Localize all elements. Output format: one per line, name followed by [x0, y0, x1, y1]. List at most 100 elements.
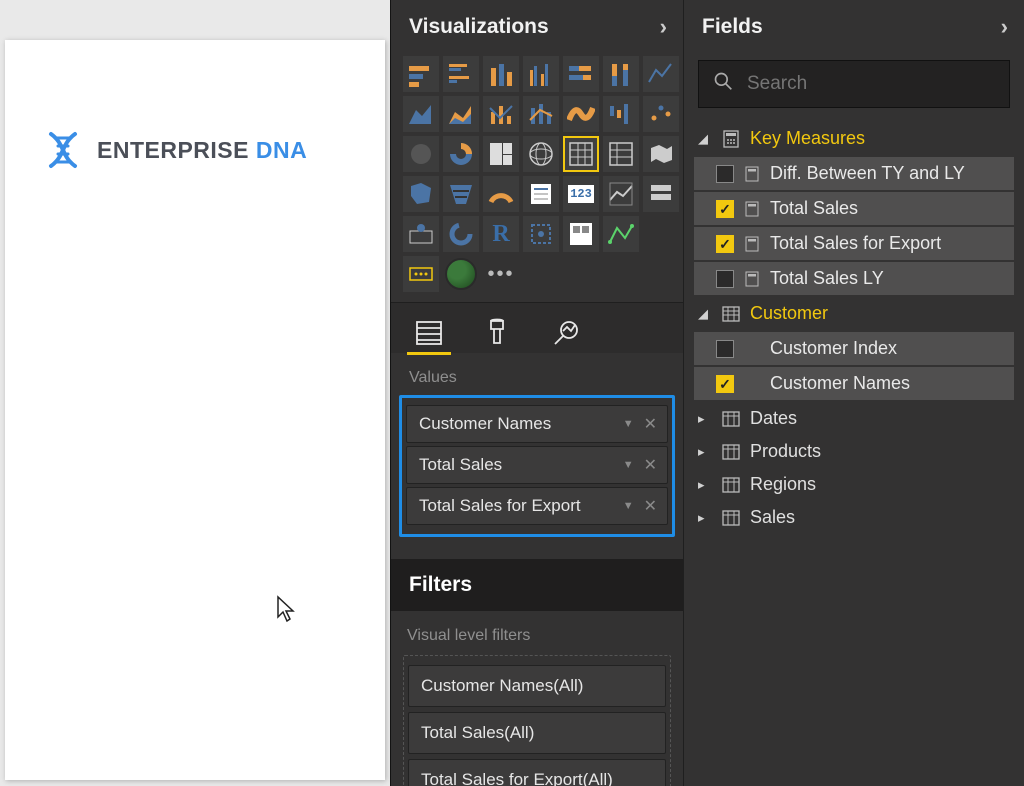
report-page[interactable]: ENTERPRISE DNA	[5, 40, 385, 780]
viz-clustered-column-icon[interactable]	[523, 56, 559, 92]
filters-body: Visual level filters Customer Names(All)…	[391, 611, 683, 786]
viz-shape-map-icon[interactable]	[403, 176, 439, 212]
pill-menu-icon[interactable]: ▼	[623, 500, 634, 512]
viz-line-clustered-column-icon[interactable]	[483, 96, 519, 132]
pill-menu-icon[interactable]: ▼	[623, 459, 634, 471]
value-pill-label: Total Sales	[419, 455, 502, 475]
field-diff-ty-ly[interactable]: Diff. Between TY and LY	[694, 157, 1014, 190]
pill-menu-icon[interactable]: ▼	[623, 418, 634, 430]
viz-py-visual-icon[interactable]	[523, 216, 559, 252]
viz-filled-map-icon[interactable]	[643, 136, 679, 172]
fields-header: Fields ›	[684, 0, 1024, 54]
viz-globe-icon[interactable]	[443, 256, 479, 292]
viz-line-stacked-column-icon[interactable]	[523, 96, 559, 132]
field-checkbox[interactable]	[716, 235, 734, 253]
viz-funnel-icon[interactable]	[443, 176, 479, 212]
pill-remove-icon[interactable]: ✕	[644, 414, 657, 434]
logo-text: ENTERPRISE DNA	[97, 137, 307, 164]
viz-map-icon[interactable]	[523, 136, 559, 172]
field-label: Customer Names	[770, 373, 910, 394]
table-label: Dates	[750, 408, 797, 429]
viz-stacked-bar-icon[interactable]	[403, 56, 439, 92]
table-regions[interactable]: ▸ Regions	[684, 468, 1024, 501]
filter-pill[interactable]: Total Sales(All)	[408, 712, 666, 754]
visualizations-title: Visualizations	[409, 15, 549, 39]
viz-more-icon[interactable]: •••	[483, 256, 519, 292]
expand-icon: ◢	[698, 131, 712, 147]
pill-remove-icon[interactable]: ✕	[644, 455, 657, 475]
field-checkbox[interactable]	[716, 270, 734, 288]
field-checkbox[interactable]	[716, 340, 734, 358]
field-label: Total Sales for Export	[770, 233, 941, 254]
collapse-visualizations-chevron-icon[interactable]: ›	[660, 14, 667, 40]
viz-stacked-area-icon[interactable]	[443, 96, 479, 132]
value-pill[interactable]: Total Sales ▼ ✕	[406, 446, 668, 484]
table-products[interactable]: ▸ Products	[684, 435, 1024, 468]
table-icon	[722, 509, 740, 527]
viz-stacked-column-icon[interactable]	[483, 56, 519, 92]
viz-100-stacked-bar-icon[interactable]	[563, 56, 599, 92]
field-customer-index[interactable]: Customer Index	[694, 332, 1014, 365]
viz-donut-icon[interactable]	[443, 136, 479, 172]
viz-arcgis-icon[interactable]	[403, 216, 439, 252]
table-sales[interactable]: ▸ Sales	[684, 501, 1024, 534]
field-checkbox[interactable]	[716, 375, 734, 393]
analytics-tab-icon[interactable]	[545, 313, 585, 353]
values-field-well[interactable]: Customer Names ▼ ✕ Total Sales ▼ ✕ Total S…	[399, 395, 675, 537]
value-pill[interactable]: Customer Names ▼ ✕	[406, 405, 668, 443]
fields-search-input[interactable]	[747, 73, 995, 95]
viz-matrix-icon[interactable]	[603, 136, 639, 172]
visualizations-panel: Visualizations › 123	[390, 0, 684, 786]
field-total-sales-ly[interactable]: Total Sales LY	[694, 262, 1014, 295]
filter-pill[interactable]: Total Sales for Export(All)	[408, 759, 666, 786]
viz-qna-icon[interactable]	[403, 256, 439, 292]
viz-scatter-icon[interactable]	[643, 96, 679, 132]
search-icon	[713, 71, 733, 97]
fields-tab-icon[interactable]	[409, 313, 449, 353]
viz-pie-icon[interactable]	[403, 136, 439, 172]
table-icon	[722, 476, 740, 494]
table-customer[interactable]: ◢ Customer	[684, 297, 1024, 330]
field-total-sales-export[interactable]: Total Sales for Export	[694, 227, 1014, 260]
measure-icon	[744, 271, 760, 287]
visual-level-filters-well[interactable]: Customer Names(All) Total Sales(All) Tot…	[403, 655, 671, 786]
viz-treemap-icon[interactable]	[483, 136, 519, 172]
viz-multirow-card-icon[interactable]	[523, 176, 559, 212]
table-icon	[722, 410, 740, 428]
value-pill-label: Customer Names	[419, 414, 551, 434]
value-pill[interactable]: Total Sales for Export ▼✕	[406, 487, 668, 525]
table-key-measures[interactable]: ◢ Key Measures	[684, 122, 1024, 155]
viz-clustered-bar-icon[interactable]	[443, 56, 479, 92]
fields-search-box[interactable]	[698, 60, 1010, 108]
viz-area-chart-icon[interactable]	[403, 96, 439, 132]
measure-icon	[744, 166, 760, 182]
viz-card-icon[interactable]: 123	[563, 176, 599, 212]
viz-key-influencers-icon[interactable]	[563, 216, 599, 252]
viz-waterfall-icon[interactable]	[603, 96, 639, 132]
format-tab-icon[interactable]	[477, 313, 517, 353]
viz-line-chart-icon[interactable]	[643, 56, 679, 92]
viz-r-visual-icon[interactable]: R	[483, 216, 519, 252]
field-customer-names[interactable]: Customer Names	[694, 367, 1014, 400]
viz-empty-slot	[643, 216, 679, 252]
pill-remove-icon[interactable]: ✕	[644, 496, 657, 516]
viz-ribbon-chart-icon[interactable]	[563, 96, 599, 132]
enterprise-dna-logo: ENTERPRISE DNA	[43, 130, 385, 170]
viz-decomp-tree-icon[interactable]	[603, 216, 639, 252]
filter-pill[interactable]: Customer Names(All)	[408, 665, 666, 707]
field-checkbox[interactable]	[716, 165, 734, 183]
field-checkbox[interactable]	[716, 200, 734, 218]
expand-icon: ▸	[698, 411, 712, 427]
table-dates[interactable]: ▸ Dates	[684, 402, 1024, 435]
field-total-sales[interactable]: Total Sales	[694, 192, 1014, 225]
viz-100-stacked-column-icon[interactable]	[603, 56, 639, 92]
viz-table-icon[interactable]	[563, 136, 599, 172]
viz-slicer-icon[interactable]	[643, 176, 679, 212]
table-label: Sales	[750, 507, 795, 528]
viz-donut-prog-icon[interactable]	[443, 216, 479, 252]
viz-gauge-icon[interactable]	[483, 176, 519, 212]
table-label: Customer	[750, 303, 828, 324]
collapse-fields-chevron-icon[interactable]: ›	[1001, 14, 1008, 40]
viz-kpi-icon[interactable]	[603, 176, 639, 212]
calculator-table-icon	[722, 130, 740, 148]
